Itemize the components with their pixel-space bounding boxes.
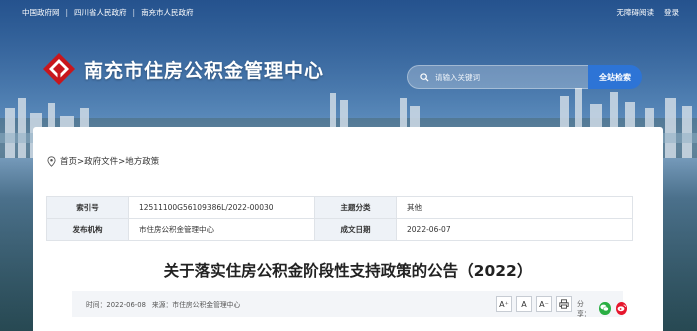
- housing-fund-logo-icon: [43, 53, 75, 85]
- breadcrumb-path[interactable]: 首页>政府文件>地方政策: [60, 155, 159, 167]
- top-bar: 中国政府网 | 四川省人民政府 | 南充市人民政府 无障碍阅读 登录: [0, 0, 697, 22]
- search-icon: [420, 72, 429, 82]
- link-nanchong-gov[interactable]: 南充市人民政府: [141, 7, 194, 18]
- site-search-button[interactable]: 全站检索: [588, 65, 642, 89]
- site-logo[interactable]: 南充市住房公积金管理中心: [42, 52, 324, 86]
- issuer-value: 市住房公积金管理中心: [128, 218, 315, 241]
- content-card: 首页>政府文件>地方政策 索引号 12511100G56109386L/2022…: [33, 127, 663, 331]
- link-sichuan-gov[interactable]: 四川省人民政府: [74, 7, 127, 18]
- share-area: 分享：: [577, 298, 627, 318]
- topic-label: 主题分类: [314, 196, 397, 219]
- search-bar: 全站检索: [407, 65, 642, 89]
- topic-value: 其他: [396, 196, 633, 219]
- font-normal-button[interactable]: A: [516, 296, 532, 312]
- font-decrease-button[interactable]: A⁻: [536, 296, 552, 312]
- reading-tools: A⁺ A A⁻: [496, 296, 572, 312]
- separator: |: [132, 8, 136, 17]
- issuer-label: 发布机构: [46, 218, 129, 241]
- breadcrumb: 首页>政府文件>地方政策: [47, 155, 159, 167]
- top-links: 中国政府网 | 四川省人民政府 | 南充市人民政府: [22, 7, 194, 18]
- weibo-share-button[interactable]: [615, 301, 627, 315]
- wechat-share-button[interactable]: [599, 301, 611, 315]
- publish-time: 时间：2022-06-08: [86, 301, 146, 309]
- document-meta-table: 索引号 12511100G56109386L/2022-00030 主题分类 其…: [46, 196, 633, 241]
- table-row: 索引号 12511100G56109386L/2022-00030 主题分类 其…: [46, 196, 633, 219]
- accessibility-link[interactable]: 无障碍阅读: [617, 7, 655, 18]
- index-value: 12511100G56109386L/2022-00030: [128, 196, 315, 219]
- link-gov-cn[interactable]: 中国政府网: [22, 7, 60, 18]
- login-link[interactable]: 登录: [664, 7, 679, 18]
- source: 来源：市住房公积金管理中心: [151, 301, 241, 309]
- document-title: 关于落实住房公积金阶段性支持政策的公告（2022）: [163, 262, 533, 280]
- weibo-icon: [617, 304, 626, 312]
- article-info-bar: 时间：2022-06-08 来源：市住房公积金管理中心 A⁺ A A⁻ 分享：: [72, 291, 627, 318]
- search-input[interactable]: [435, 72, 555, 82]
- date-label: 成文日期: [314, 218, 397, 241]
- index-label: 索引号: [46, 196, 129, 219]
- print-button[interactable]: [556, 296, 572, 312]
- date-value: 2022-06-07: [396, 218, 633, 241]
- separator: |: [65, 8, 69, 17]
- print-icon: [559, 299, 569, 309]
- table-row: 发布机构 市住房公积金管理中心 成文日期 2022-06-07: [46, 218, 633, 241]
- font-increase-button[interactable]: A⁺: [496, 296, 512, 312]
- site-title: 南充市住房公积金管理中心: [84, 59, 325, 82]
- search-box: [407, 65, 588, 89]
- location-pin-icon: [47, 155, 56, 167]
- wechat-icon: [600, 304, 610, 312]
- top-right-links: 无障碍阅读 登录: [617, 7, 680, 18]
- share-label: 分享：: [577, 300, 591, 318]
